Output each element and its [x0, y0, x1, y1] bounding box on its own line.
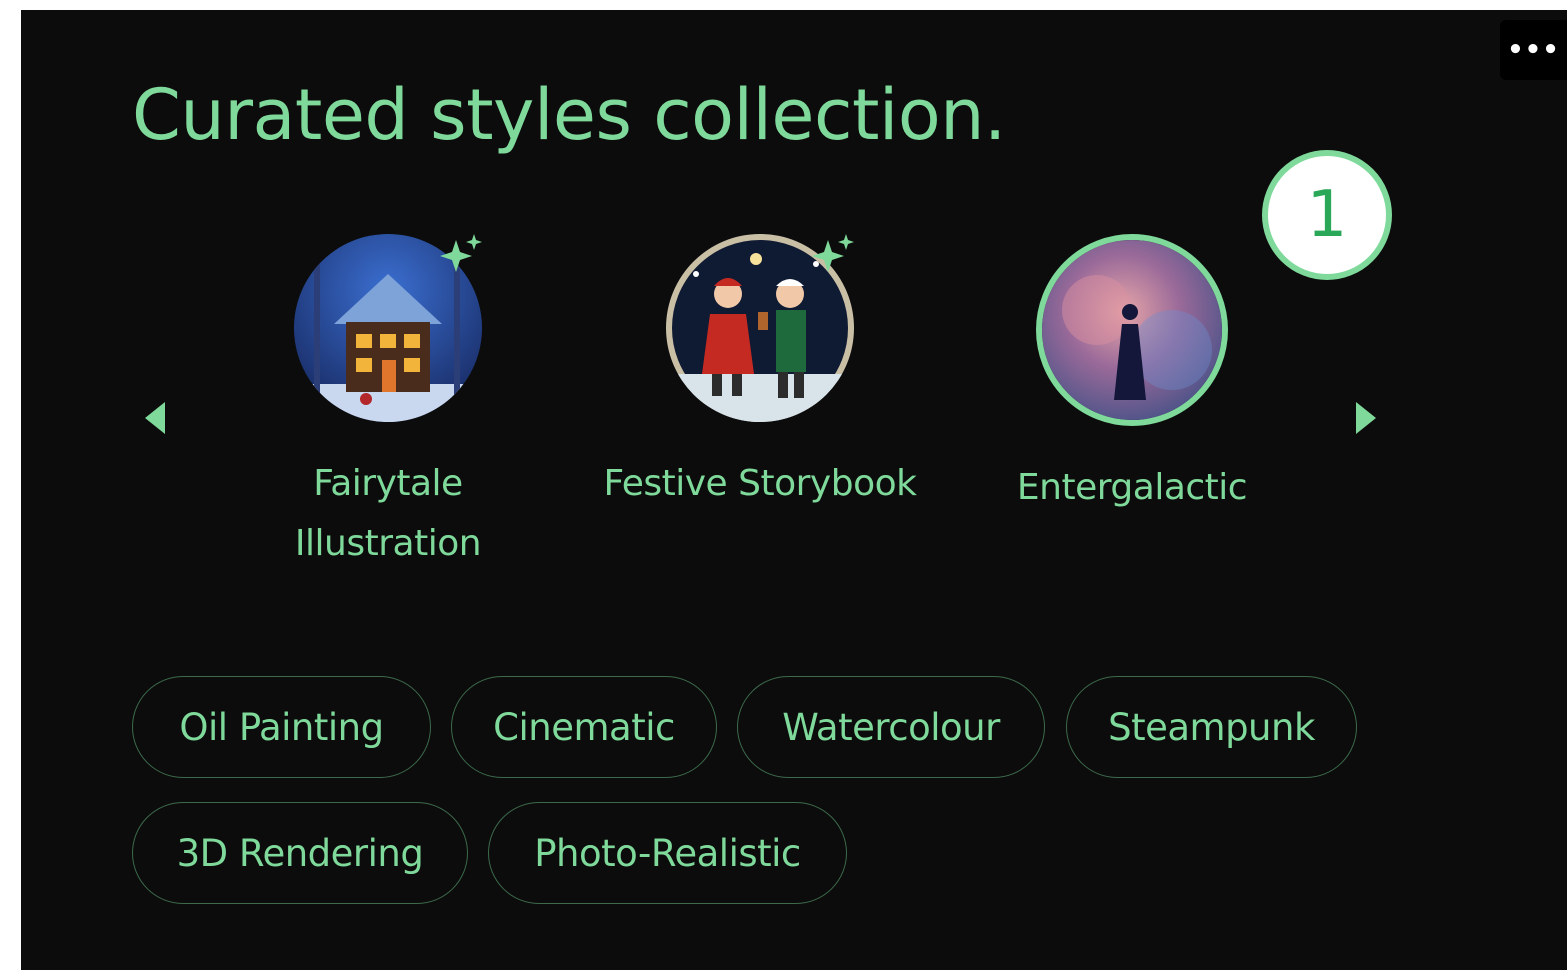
- style-card-label: Entergalactic: [1016, 467, 1248, 508]
- style-card-label: Festive Storybook: [603, 463, 917, 504]
- entergalactic-thumbnail: [1036, 234, 1228, 426]
- style-card-fairytale-illustration[interactable]: Fairytale Illustration: [238, 234, 538, 574]
- chip-watercolour[interactable]: Watercolour: [737, 676, 1045, 778]
- page-title: Curated styles collection.: [132, 74, 1006, 156]
- chevron-right-icon[interactable]: [1356, 402, 1376, 434]
- sparkle-icon: [812, 234, 854, 272]
- chip-3d-rendering[interactable]: 3D Rendering: [132, 802, 468, 904]
- chevron-left-icon[interactable]: [145, 402, 165, 434]
- sparkle-icon: [440, 234, 482, 272]
- chip-cinematic[interactable]: Cinematic: [451, 676, 717, 778]
- style-card-label: Fairytale Illustration: [294, 463, 482, 564]
- chip-photo-realistic[interactable]: Photo-Realistic: [488, 802, 847, 904]
- more-options-button[interactable]: •••: [1500, 20, 1567, 80]
- style-card-festive-storybook[interactable]: Festive Storybook: [603, 234, 917, 514]
- chip-steampunk[interactable]: Steampunk: [1066, 676, 1357, 778]
- style-card-entergalactic[interactable]: Entergalactic: [982, 234, 1282, 518]
- chip-oil-painting[interactable]: Oil Painting: [132, 676, 431, 778]
